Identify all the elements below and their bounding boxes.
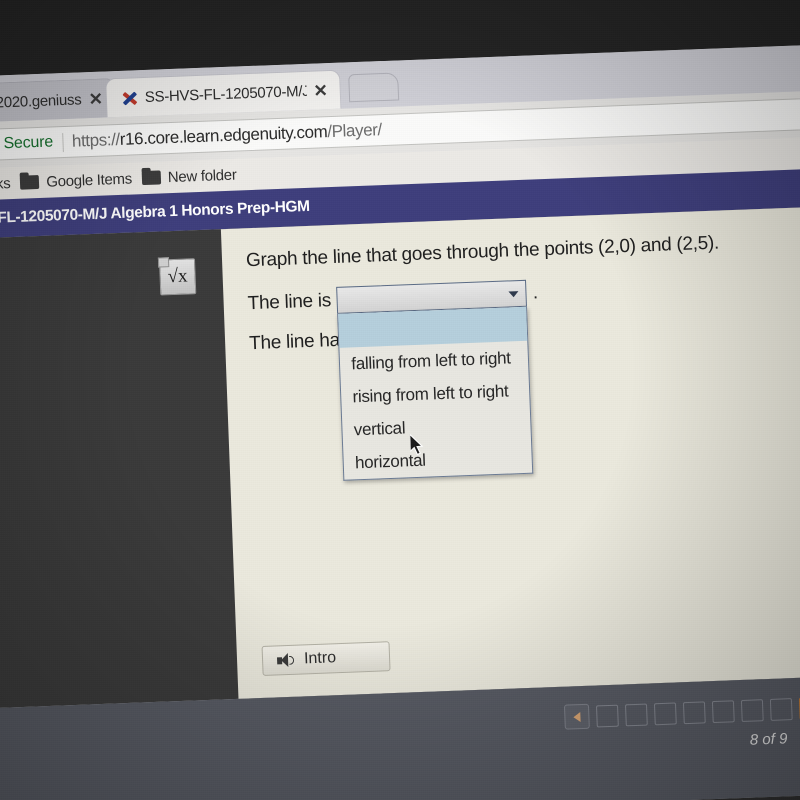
page-box-3[interactable] [653,701,677,725]
previous-page-button[interactable] [563,703,590,730]
page-box-7[interactable] [769,697,793,721]
course-title: SS-HVS-FL-1205070-M/J Algebra 1 Honors P… [0,197,310,229]
page-box-5[interactable] [711,699,735,723]
bookmark-new-folder-label: New folder [167,166,237,186]
url-host: r16.core.learn.edgenuity.com [119,122,328,149]
new-tab-button[interactable] [348,72,400,103]
bookmark-google-items-label: Google Items [45,170,133,191]
answer-prompt-1: The line is [247,289,332,314]
bookmarks-label: Bookmarks [0,174,11,195]
intro-audio-button[interactable]: Intro [261,641,391,676]
page-box-6[interactable] [740,698,764,722]
browser-tab-1-label: //e2020.geniussis. [0,90,82,112]
security-status-label: Secure [3,133,54,153]
dropdown-option-horizontal[interactable]: horizontal [343,440,532,480]
bookmark-new-folder[interactable]: New folder [141,166,237,187]
line-direction-dropdown[interactable]: falling from left to right rising from l… [336,279,534,481]
folder-icon [141,170,162,186]
address-bar-url: https://r16.core.learn.edgenuity.com/Pla… [72,120,383,152]
close-icon[interactable]: ✕ [313,81,328,101]
chevron-down-icon [508,290,519,297]
page-box-1[interactable] [595,704,619,727]
question-text: Graph the line that goes through the poi… [245,232,720,272]
lesson-player-body: √x Graph the line that goes through the … [0,200,800,710]
omnibox-divider [61,132,64,152]
bookmark-google-items[interactable]: Google Items [20,170,132,191]
close-icon[interactable]: ✕ [88,89,103,109]
page-box-4[interactable] [682,700,706,724]
dropdown-options-menu[interactable]: falling from left to right rising from l… [337,306,534,481]
answer-row-1: The line is falling from left to right r… [247,263,800,481]
answer-period-1: . [532,281,539,304]
square-root-calculator-icon[interactable]: √x [158,258,197,296]
answer-prompt-2: The line ha [248,329,341,355]
page-navigation [563,693,800,730]
laptop-screen: //e2020.geniussis. ✕ SS-HVS-FL-1205070-M… [0,42,800,800]
url-scheme: https:// [71,129,121,151]
url-path: /Player/ [326,120,383,142]
photograph-of-screen: //e2020.geniussis. ✕ SS-HVS-FL-1205070-M… [0,0,800,800]
page-box-2[interactable] [624,703,648,726]
browser-tab-1[interactable]: //e2020.geniussis. ✕ [0,78,117,124]
intro-button-label: Intro [303,649,337,668]
broken-page-icon [121,89,139,107]
triangle-left-icon [573,711,581,722]
browser-tab-2-label: SS-HVS-FL-1205070-M/J [144,82,307,106]
speaker-icon [277,652,295,668]
lesson-content-panel: Graph the line that goes through the poi… [220,200,800,699]
page-counter-label: 8 of 9 [749,730,788,749]
folder-icon [20,174,40,190]
